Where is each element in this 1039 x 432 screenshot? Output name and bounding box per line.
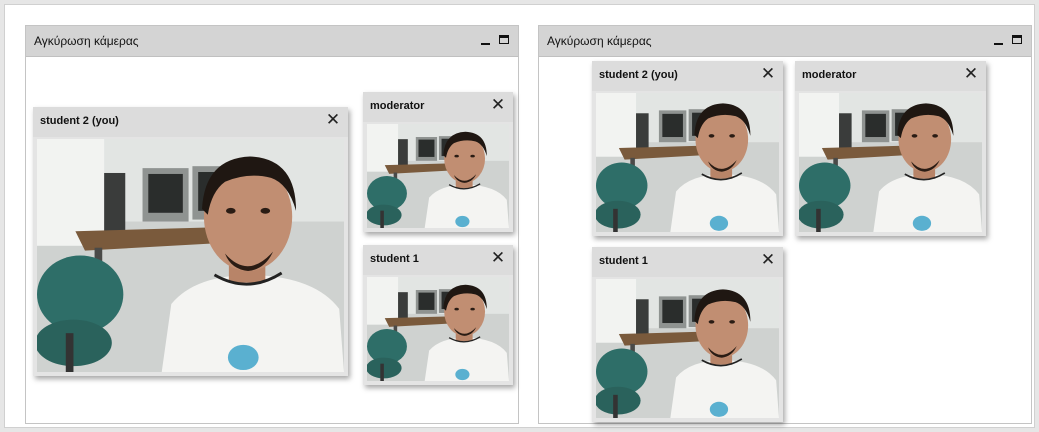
minimize-icon bbox=[481, 43, 490, 45]
minimize-icon bbox=[994, 43, 1003, 45]
window-titlebar[interactable]: Αγκύρωση κάμερας bbox=[539, 26, 1031, 57]
webcam-video bbox=[367, 277, 509, 381]
window-title: Αγκύρωση κάμερας bbox=[34, 34, 139, 48]
feed-titlebar[interactable]: moderator ✕ bbox=[363, 92, 513, 122]
feed-titlebar[interactable]: student 1 ✕ bbox=[592, 247, 783, 277]
window-title: Αγκύρωση κάμερας bbox=[547, 34, 652, 48]
close-icon[interactable]: ✕ bbox=[962, 65, 980, 83]
maximize-button[interactable] bbox=[1010, 31, 1026, 49]
feed-title: student 2 (you) bbox=[40, 115, 119, 127]
window-titlebar[interactable]: Αγκύρωση κάμερας bbox=[26, 26, 518, 57]
camera-dock-window-1: Αγκύρωση κάμερας student 2 (you) ✕ moder… bbox=[25, 25, 519, 424]
close-icon[interactable]: ✕ bbox=[759, 65, 777, 83]
close-icon[interactable]: ✕ bbox=[324, 111, 342, 129]
webcam-video bbox=[799, 93, 982, 232]
camera-windows-area: Αγκύρωση κάμερας student 2 (you) ✕ moder… bbox=[4, 4, 1035, 428]
camera-dock-window-2: Αγκύρωση κάμερας student 2 (you) ✕ moder… bbox=[538, 25, 1032, 424]
feed-title: student 1 bbox=[370, 253, 419, 265]
maximize-button[interactable] bbox=[497, 31, 513, 49]
minimize-button[interactable] bbox=[991, 31, 1007, 49]
maximize-icon bbox=[1012, 35, 1022, 44]
close-icon[interactable]: ✕ bbox=[759, 251, 777, 269]
close-icon[interactable]: ✕ bbox=[489, 96, 507, 114]
video-feed-moderator[interactable]: moderator ✕ bbox=[795, 61, 986, 236]
feed-titlebar[interactable]: moderator ✕ bbox=[795, 61, 986, 91]
webcam-video bbox=[596, 279, 779, 418]
feed-title: moderator bbox=[802, 69, 857, 81]
video-feed-student-2[interactable]: student 2 (you) ✕ bbox=[592, 61, 783, 236]
feed-title: moderator bbox=[370, 100, 425, 112]
feed-title: student 2 (you) bbox=[599, 69, 678, 81]
close-icon[interactable]: ✕ bbox=[489, 249, 507, 267]
webcam-video bbox=[37, 139, 344, 372]
feed-titlebar[interactable]: student 2 (you) ✕ bbox=[33, 107, 348, 137]
video-feed-student-1[interactable]: student 1 ✕ bbox=[592, 247, 783, 422]
video-feed-student-2[interactable]: student 2 (you) ✕ bbox=[33, 107, 348, 376]
minimize-button[interactable] bbox=[478, 31, 494, 49]
maximize-icon bbox=[499, 35, 509, 44]
webcam-video bbox=[367, 124, 509, 228]
webcam-video bbox=[596, 93, 779, 232]
video-feed-moderator[interactable]: moderator ✕ bbox=[363, 92, 513, 232]
feed-title: student 1 bbox=[599, 255, 648, 267]
video-feed-student-1[interactable]: student 1 ✕ bbox=[363, 245, 513, 385]
feed-titlebar[interactable]: student 2 (you) ✕ bbox=[592, 61, 783, 91]
feed-titlebar[interactable]: student 1 ✕ bbox=[363, 245, 513, 275]
